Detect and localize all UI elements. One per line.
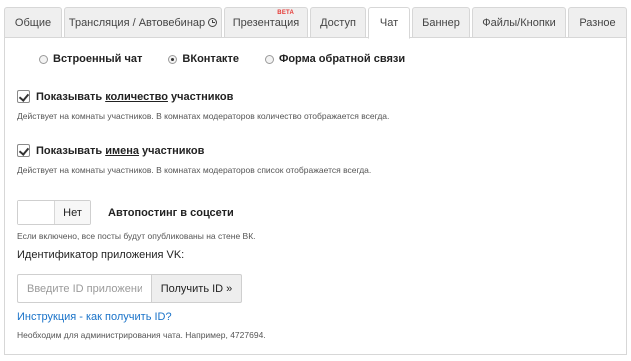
show-count-checkbox[interactable]	[17, 90, 30, 103]
checkbox-label: Показывать имена участников	[36, 145, 204, 157]
tab-broadcast[interactable]: Трансляция / Автовебинар	[64, 7, 222, 38]
radio-feedback-form[interactable]: Форма обратной связи	[264, 53, 406, 65]
show-names-checkbox-row[interactable]: Показывать имена участников	[17, 144, 204, 157]
tab-files-buttons[interactable]: Файлы/Кнопки	[472, 7, 566, 38]
vk-app-id-group: Получить ID »	[17, 274, 242, 303]
toggle-knob[interactable]	[18, 201, 55, 224]
radio-button[interactable]	[168, 54, 178, 64]
autopost-hint: Если включено, все посты будут опубликов…	[17, 231, 256, 241]
tab-presentation[interactable]: Презентация BETA	[224, 7, 308, 38]
tab-access[interactable]: Доступ	[310, 7, 366, 38]
radio-label: Форма обратной связи	[278, 53, 406, 65]
show-count-hint: Действует на комнаты участников. В комна…	[17, 111, 390, 121]
tab-label: Чат	[379, 17, 399, 29]
autopost-label: Автопостинг в соцсети	[108, 207, 234, 219]
show-names-hint: Действует на комнаты участников. В комна…	[17, 165, 372, 175]
show-names-checkbox[interactable]	[17, 144, 30, 157]
beta-badge: BETA	[277, 10, 294, 16]
label-prefix: Показывать	[36, 144, 106, 157]
checkbox-label: Показывать количество участников	[36, 91, 233, 103]
get-id-instruction-link[interactable]: Инструкция - как получить ID?	[17, 311, 172, 323]
radio-label: Встроенный чат	[53, 53, 143, 65]
label-emphasis: количество	[105, 90, 168, 103]
label-suffix: участников	[167, 90, 234, 103]
clock-icon	[208, 18, 218, 27]
tab-label: Разное	[579, 16, 616, 29]
tab-label: Презентация	[232, 16, 300, 29]
tab-chat[interactable]: Чат	[368, 7, 410, 39]
vk-app-id-hint: Необходим для администрирования чата. На…	[17, 330, 266, 340]
toggle-value: Нет	[55, 201, 90, 224]
tab-misc[interactable]: Разное	[568, 7, 627, 38]
chat-settings-panel: Встроенный чат ВКонтакте Форма обратной …	[4, 37, 627, 355]
tab-label: Файлы/Кнопки	[482, 16, 556, 29]
radio-button[interactable]	[39, 54, 48, 64]
autopost-toggle[interactable]: Нет	[17, 200, 91, 225]
tab-banner[interactable]: Баннер	[412, 7, 470, 38]
tab-label: Общие	[14, 16, 52, 29]
label-prefix: Показывать	[36, 90, 106, 103]
get-id-button[interactable]: Получить ID »	[151, 274, 242, 303]
radio-builtin-chat[interactable]: Встроенный чат	[39, 53, 142, 65]
show-count-checkbox-row[interactable]: Показывать количество участников	[17, 90, 233, 103]
vk-app-id-input[interactable]	[17, 274, 151, 303]
label-suffix: участников	[138, 144, 205, 157]
vk-app-id-label: Идентификатор приложения VK:	[17, 249, 185, 261]
radio-label: ВКонтакте	[182, 53, 239, 65]
radio-button[interactable]	[264, 54, 274, 64]
radio-vkontakte[interactable]: ВКонтакте	[168, 53, 239, 65]
chat-type-radio-group: Встроенный чат ВКонтакте Форма обратной …	[39, 53, 431, 65]
label-emphasis: имена	[105, 144, 139, 157]
tab-general[interactable]: Общие	[4, 7, 62, 38]
tab-label: Трансляция / Автовебинар	[68, 16, 206, 29]
tab-label: Доступ	[320, 16, 356, 29]
tab-label: Баннер	[422, 16, 460, 29]
settings-tabs: Общие Трансляция / Автовебинар Презентац…	[4, 7, 627, 39]
